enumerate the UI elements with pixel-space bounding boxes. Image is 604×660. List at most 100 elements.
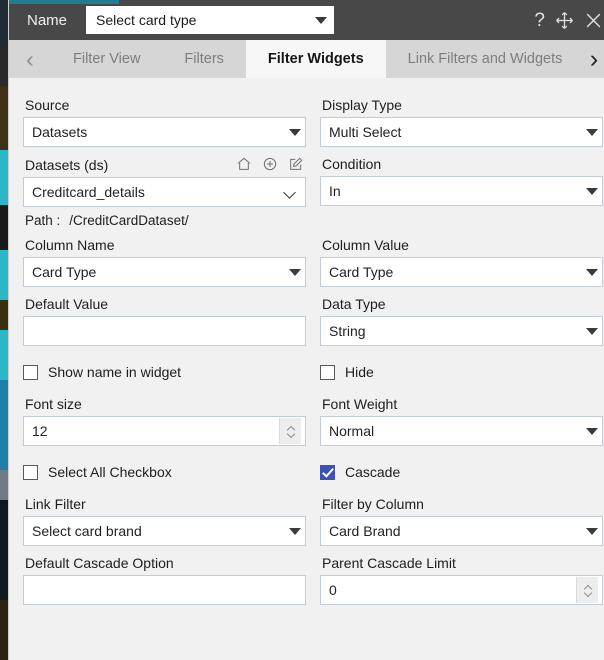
datasets-value: Creditcard_details xyxy=(32,184,145,200)
condition-value: In xyxy=(329,183,341,199)
datasets-label-row: Datasets (ds) xyxy=(23,147,306,177)
parent-cascade-limit-stepper[interactable]: 0 xyxy=(320,575,603,605)
column-value-label: Column Value xyxy=(322,237,409,253)
filter-by-column-label: Filter by Column xyxy=(322,496,424,512)
tabs-scroll-left-icon[interactable]: ‹ xyxy=(9,40,51,78)
row-default-value-data-type: Default Value Data Type String xyxy=(23,287,603,346)
condition-label: Condition xyxy=(322,156,382,172)
row-source-displaytype: Source Datasets Display Type Multi Selec… xyxy=(23,88,603,147)
edit-icon[interactable] xyxy=(288,156,304,172)
source-select[interactable]: Datasets xyxy=(23,117,306,147)
show-name-in-widget-checkbox-row[interactable]: Show name in widget xyxy=(23,357,306,387)
font-size-stepper[interactable]: 12 xyxy=(23,416,306,446)
default-cascade-option-input[interactable] xyxy=(23,575,306,605)
column-name-label: Column Name xyxy=(25,237,115,253)
field-group-data-type: Data Type String xyxy=(320,287,603,346)
font-size-spinner[interactable] xyxy=(279,418,301,444)
hide-checkbox-row[interactable]: Hide xyxy=(320,357,603,387)
chevron-down-icon xyxy=(289,128,301,136)
field-group-source: Source Datasets xyxy=(23,88,306,147)
window-titlebar: Name Select card type ? xyxy=(9,0,604,40)
column-value-value: Card Type xyxy=(329,264,394,280)
name-label: Name xyxy=(27,11,68,29)
cascade-checkbox[interactable] xyxy=(320,464,335,480)
datasets-icon-group xyxy=(236,156,304,173)
checkbox-group-hide: Hide xyxy=(320,346,603,387)
plus-circle-icon[interactable] xyxy=(262,156,278,172)
move-icon[interactable] xyxy=(555,11,574,30)
column-name-value: Card Type xyxy=(32,264,97,280)
field-group-default-cascade-option: Default Cascade Option xyxy=(23,546,306,605)
field-group-display-type: Display Type Multi Select xyxy=(320,88,603,147)
chevron-down-icon xyxy=(586,268,598,276)
hide-checkbox[interactable] xyxy=(320,364,335,380)
path-label: Path : xyxy=(25,213,61,228)
column-name-select[interactable]: Card Type xyxy=(23,257,306,287)
row-datasets-condition: Datasets (ds) Creditcard_details Path: … xyxy=(23,147,603,228)
checkbox-group-cascade: Cascade xyxy=(320,446,603,487)
display-type-select[interactable]: Multi Select xyxy=(320,117,603,147)
tab-filters[interactable]: Filters xyxy=(162,40,245,78)
background-page-sliver xyxy=(0,0,8,660)
default-value-input[interactable] xyxy=(23,316,306,346)
default-cascade-option-label: Default Cascade Option xyxy=(25,555,174,571)
chevron-down-icon[interactable] xyxy=(287,432,295,437)
checkbox-group-select-all: Select All Checkbox xyxy=(23,446,306,487)
home-icon[interactable] xyxy=(236,156,252,172)
parent-cascade-limit-value: 0 xyxy=(329,582,337,598)
titlebar-actions: ? xyxy=(534,0,604,40)
filter-widget-properties-window: Name Select card type ? ‹ Filter View Fi xyxy=(8,0,604,660)
data-type-select[interactable]: String xyxy=(320,316,603,346)
filter-by-column-select[interactable]: Card Brand xyxy=(320,516,603,546)
display-type-value: Multi Select xyxy=(329,124,402,140)
field-group-column-value: Column Value Card Type xyxy=(320,228,603,287)
cascade-label: Cascade xyxy=(345,464,401,480)
font-weight-select[interactable]: Normal xyxy=(320,416,603,446)
datasets-label: Datasets (ds) xyxy=(25,157,109,173)
chevron-down-icon xyxy=(586,187,598,195)
tab-filter-view[interactable]: Filter View xyxy=(51,40,162,78)
font-weight-value: Normal xyxy=(329,423,375,439)
select-all-checkbox[interactable] xyxy=(23,464,38,480)
cascade-checkbox-row[interactable]: Cascade xyxy=(320,457,603,487)
datasets-select[interactable]: Creditcard_details xyxy=(23,177,306,207)
filter-widget-form: Source Datasets Display Type Multi Selec… xyxy=(9,78,604,660)
field-group-filter-by-column: Filter by Column Card Brand xyxy=(320,487,603,546)
parent-cascade-limit-spinner[interactable] xyxy=(576,577,598,603)
dataset-path: Path : /CreditCardDataset/ xyxy=(23,207,306,228)
chevron-down-icon[interactable] xyxy=(584,591,592,596)
tab-filter-widgets[interactable]: Filter Widgets xyxy=(245,40,386,78)
column-value-select[interactable]: Card Type xyxy=(320,257,603,287)
font-weight-label: Font Weight xyxy=(322,396,398,412)
question-mark-icon[interactable]: ? xyxy=(534,11,545,30)
tab-link-filters-and-widgets[interactable]: Link Filters and Widgets xyxy=(386,40,585,78)
link-filter-label: Link Filter xyxy=(25,496,86,512)
field-group-font-weight: Font Weight Normal xyxy=(320,387,603,446)
row-selectall-cascade: Select All Checkbox Cascade xyxy=(23,446,591,487)
field-group-datasets: Datasets (ds) Creditcard_details Path: … xyxy=(23,147,306,228)
chevron-down-icon xyxy=(586,128,598,136)
condition-select[interactable]: In xyxy=(320,176,603,206)
data-type-label: Data Type xyxy=(322,296,386,312)
condition-label-row: Condition xyxy=(320,147,603,176)
link-filter-select[interactable]: Select card brand xyxy=(23,516,306,546)
chevron-down-icon xyxy=(586,327,598,335)
parent-cascade-limit-label: Parent Cascade Limit xyxy=(322,555,456,571)
close-icon[interactable] xyxy=(584,11,603,30)
field-group-link-filter: Link Filter Select card brand xyxy=(23,487,306,546)
accent-bar xyxy=(9,0,119,4)
row-linkfilter-filterbycolumn: Link Filter Select card brand Filter by … xyxy=(23,487,603,546)
row-column-name-value: Column Name Card Type Column Value Card … xyxy=(23,228,603,287)
display-type-label: Display Type xyxy=(322,97,402,113)
source-value: Datasets xyxy=(32,124,88,140)
hide-label: Hide xyxy=(345,364,374,380)
field-group-default-value: Default Value xyxy=(23,287,306,346)
chevron-down-icon xyxy=(289,527,301,535)
chevron-down-icon xyxy=(315,16,328,24)
row-defaultcascade-parentlimit: Default Cascade Option Parent Cascade Li… xyxy=(23,546,603,605)
show-name-in-widget-checkbox[interactable] xyxy=(23,364,38,380)
tabs-scroll-right-icon[interactable]: › xyxy=(583,40,604,78)
widget-name-select[interactable]: Select card type xyxy=(86,6,335,34)
font-size-value: 12 xyxy=(32,423,48,439)
select-all-checkbox-row[interactable]: Select All Checkbox xyxy=(23,457,306,487)
